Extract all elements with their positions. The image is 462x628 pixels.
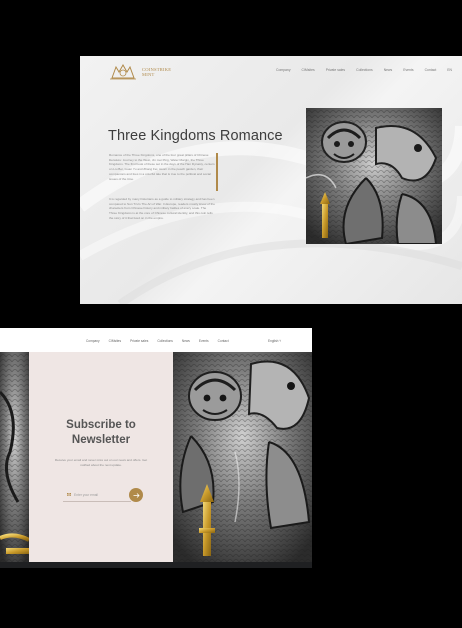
bottom-navbar: Company CIMsites Private sales Collectio… xyxy=(0,328,312,352)
nav-item-collections[interactable]: Collections xyxy=(356,68,373,72)
bottom-nav-menu: Company CIMsites Private sales Collectio… xyxy=(86,339,229,343)
nav-item-private-sales[interactable]: Private sales xyxy=(130,339,148,343)
newsletter-title: Subscribe to Newsletter xyxy=(29,418,173,447)
language-label: English xyxy=(268,339,279,343)
three-kingdoms-page-screenshot: COINSTRIKE MINT Company CIMsites Private… xyxy=(80,56,462,304)
page-title: Three Kingdoms Romance xyxy=(108,128,283,144)
email-field-wrapper xyxy=(63,488,131,502)
email-field[interactable] xyxy=(74,492,130,497)
intro-paragraph: Romance of the Three Kingdoms, one of th… xyxy=(109,153,215,181)
newsletter-title-line2: Newsletter xyxy=(71,433,131,446)
newsletter-description: Receive your email and never miss out on… xyxy=(54,458,148,467)
language-selector[interactable]: English ˅ xyxy=(268,339,281,343)
secondary-paragraph: It is regarded by many historians as a g… xyxy=(109,197,215,220)
nav-item-company[interactable]: Company xyxy=(276,68,291,72)
nav-item-company[interactable]: Company xyxy=(86,339,100,343)
nav-item-contact[interactable]: Contact xyxy=(218,339,229,343)
nav-item-cimsites[interactable]: CIMsites xyxy=(109,339,121,343)
nav-item-cimsites[interactable]: CIMsites xyxy=(302,68,315,72)
coin-artwork-right-image xyxy=(173,352,312,562)
accent-bar xyxy=(216,153,218,191)
arrow-right-icon xyxy=(133,492,140,498)
top-nav-menu: Company CIMsites Private sales Collectio… xyxy=(276,68,452,72)
chevron-down-icon: ˅ xyxy=(279,339,282,343)
nav-item-collections[interactable]: Collections xyxy=(157,339,173,343)
top-navbar: COINSTRIKE MINT Company CIMsites Private… xyxy=(80,56,462,86)
coin-artwork-image xyxy=(306,108,442,244)
nav-item-news[interactable]: News xyxy=(182,339,190,343)
nav-item-events[interactable]: Events xyxy=(199,339,209,343)
footer-strip xyxy=(0,562,312,568)
nav-item-private-sales[interactable]: Private sales xyxy=(326,68,345,72)
newsletter-page-screenshot: Company CIMsites Private sales Collectio… xyxy=(0,328,312,568)
nav-item-events[interactable]: Events xyxy=(403,68,413,72)
crest-icon xyxy=(110,63,136,80)
newsletter-form xyxy=(63,488,143,502)
brand-logo[interactable]: COINSTRIKE MINT xyxy=(108,63,180,81)
newsletter-title-line1: Subscribe to xyxy=(66,419,136,431)
brand-name-line2: MINT xyxy=(142,72,155,77)
subscribe-button[interactable] xyxy=(129,488,143,502)
nav-item-language[interactable]: EN xyxy=(447,68,452,72)
nav-item-contact[interactable]: Contact xyxy=(425,68,437,72)
envelope-icon xyxy=(67,493,71,496)
newsletter-panel: Subscribe to Newsletter Receive your ema… xyxy=(29,352,173,562)
nav-item-news[interactable]: News xyxy=(384,68,392,72)
coin-artwork-left-image xyxy=(0,352,29,562)
